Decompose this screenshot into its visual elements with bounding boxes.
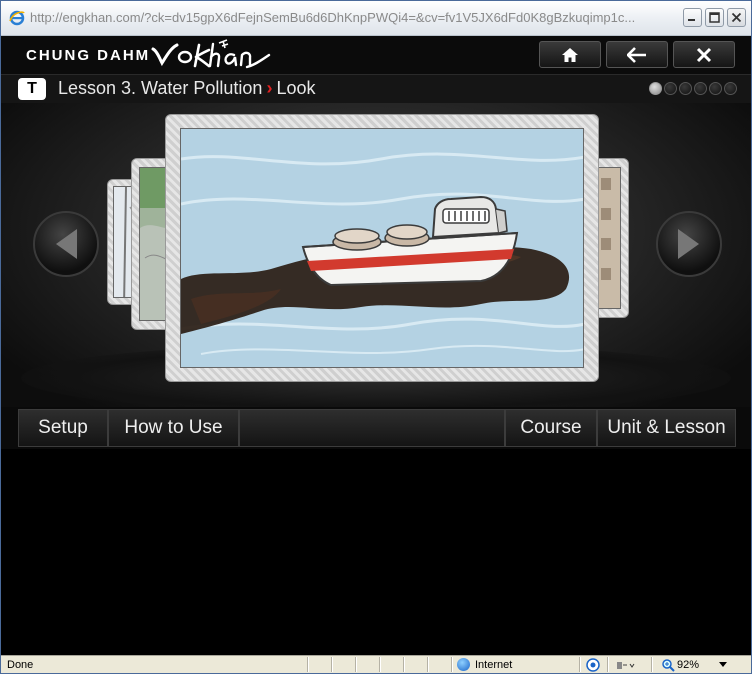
title-bar: http://engkhan.com/?ck=dv15gpX6dFejnSemB…	[1, 1, 751, 36]
status-separator	[403, 657, 405, 672]
status-separator	[307, 657, 309, 672]
unit-lesson-button[interactable]: Unit & Lesson	[597, 409, 736, 447]
page-dot[interactable]	[679, 82, 692, 95]
page-dot[interactable]	[664, 82, 677, 95]
status-separator	[607, 657, 609, 672]
breadcrumb-separator: ›	[266, 78, 273, 98]
zoom-magnifier-icon[interactable]	[661, 658, 675, 672]
back-arrow-icon	[627, 46, 646, 63]
menu-spacer	[239, 409, 505, 447]
chevron-down-icon[interactable]	[719, 662, 727, 667]
course-button[interactable]: Course	[505, 409, 597, 447]
lesson-section: Look	[276, 78, 316, 98]
right-triangle-icon	[678, 229, 699, 259]
browser-window: http://engkhan.com/?ck=dv15gpX6dFejnSemB…	[0, 0, 752, 674]
minimize-button[interactable]	[683, 8, 702, 27]
how-to-use-button[interactable]: How to Use	[108, 409, 239, 447]
status-separator	[579, 657, 581, 672]
popup-blocker-icon[interactable]	[615, 659, 635, 671]
lesson-bar: T Lesson 3. Water Pollution › Look	[1, 74, 751, 104]
minimize-icon	[688, 19, 695, 21]
next-slide-button[interactable]	[656, 211, 722, 277]
slide-image-frame	[180, 128, 584, 368]
page-dot[interactable]	[709, 82, 722, 95]
status-separator	[427, 657, 429, 672]
page-dot[interactable]	[694, 82, 707, 95]
ie-icon	[9, 10, 25, 26]
close-icon	[731, 12, 742, 23]
protected-mode-icon[interactable]	[586, 658, 600, 672]
page-dot[interactable]	[649, 82, 662, 95]
lesson-name: Lesson 3. Water Pollution	[58, 78, 263, 98]
status-separator	[355, 657, 357, 672]
page-url: http://engkhan.com/?ck=dv15gpX6dFejnSemB…	[30, 10, 636, 25]
page-dot[interactable]	[724, 82, 737, 95]
back-button[interactable]	[606, 41, 668, 68]
close-window-button[interactable]	[727, 8, 746, 27]
page-indicator	[649, 82, 737, 95]
maximize-icon	[709, 12, 720, 23]
previous-slide-button[interactable]	[33, 211, 99, 277]
bottom-menu: Setup How to Use Course Unit & Lesson	[1, 407, 751, 449]
close-icon	[696, 47, 712, 62]
vokhan-logo	[151, 39, 271, 69]
status-separator	[379, 657, 381, 672]
home-icon	[562, 47, 578, 62]
slide-carousel	[1, 103, 751, 407]
status-separator	[651, 657, 653, 672]
oil-spill-boat-illustration	[181, 129, 583, 367]
status-separator	[331, 657, 333, 672]
internet-zone-globe-icon	[457, 658, 470, 671]
status-bar: Done Internet 92%	[1, 655, 751, 673]
setup-button[interactable]: Setup	[18, 409, 108, 447]
active-slide[interactable]	[165, 114, 599, 382]
status-separator	[451, 657, 453, 672]
zoom-level[interactable]: 92%	[677, 659, 699, 671]
left-triangle-icon	[56, 229, 77, 259]
brand-name: CHUNG DAHM	[26, 47, 151, 64]
lesson-type-badge: T	[18, 78, 46, 100]
status-text: Done	[7, 659, 34, 671]
content-area	[1, 449, 751, 655]
security-zone: Internet	[475, 659, 513, 671]
exit-button[interactable]	[673, 41, 735, 68]
lesson-title: Lesson 3. Water Pollution › Look	[58, 78, 316, 99]
home-button[interactable]	[539, 41, 601, 68]
app-header: CHUNG DAHM	[1, 36, 751, 74]
maximize-button[interactable]	[705, 8, 724, 27]
